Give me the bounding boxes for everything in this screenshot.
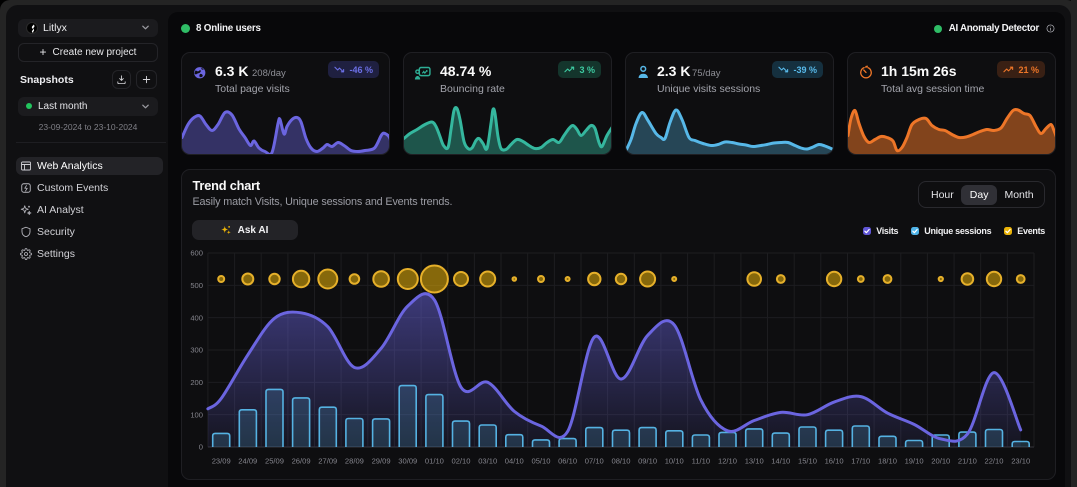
svg-text:06/10: 06/10	[558, 457, 577, 466]
svg-text:21/10: 21/10	[958, 457, 977, 466]
svg-text:23/10: 23/10	[1011, 457, 1030, 466]
svg-text:19/10: 19/10	[905, 457, 924, 466]
svg-text:25/09: 25/09	[265, 457, 284, 466]
svg-text:07/10: 07/10	[585, 457, 604, 466]
svg-text:200: 200	[190, 378, 203, 387]
svg-text:12/10: 12/10	[718, 457, 737, 466]
svg-text:13/10: 13/10	[745, 457, 764, 466]
svg-text:20/10: 20/10	[931, 457, 950, 466]
svg-text:14/10: 14/10	[771, 457, 790, 466]
svg-text:400: 400	[190, 313, 203, 322]
svg-text:17/10: 17/10	[851, 457, 870, 466]
svg-text:11/10: 11/10	[692, 457, 710, 466]
svg-text:18/10: 18/10	[878, 457, 897, 466]
svg-text:15/10: 15/10	[798, 457, 817, 466]
svg-text:500: 500	[190, 281, 203, 290]
svg-text:04/10: 04/10	[505, 457, 524, 466]
svg-text:0: 0	[199, 443, 203, 452]
svg-text:22/10: 22/10	[984, 457, 1003, 466]
svg-text:24/09: 24/09	[238, 457, 257, 466]
svg-text:30/09: 30/09	[398, 457, 417, 466]
svg-text:29/09: 29/09	[372, 457, 391, 466]
svg-text:09/10: 09/10	[638, 457, 657, 466]
svg-text:01/10: 01/10	[425, 457, 444, 466]
svg-text:03/10: 03/10	[478, 457, 497, 466]
svg-text:27/09: 27/09	[318, 457, 337, 466]
svg-text:10/10: 10/10	[665, 457, 684, 466]
svg-text:23/09: 23/09	[212, 457, 231, 466]
svg-text:08/10: 08/10	[611, 457, 630, 466]
svg-text:300: 300	[190, 346, 203, 355]
svg-text:100: 100	[190, 410, 203, 419]
svg-text:02/10: 02/10	[451, 457, 470, 466]
svg-text:600: 600	[190, 249, 203, 258]
svg-text:28/09: 28/09	[345, 457, 364, 466]
svg-text:16/10: 16/10	[825, 457, 844, 466]
svg-text:26/09: 26/09	[292, 457, 311, 466]
svg-text:05/10: 05/10	[531, 457, 550, 466]
